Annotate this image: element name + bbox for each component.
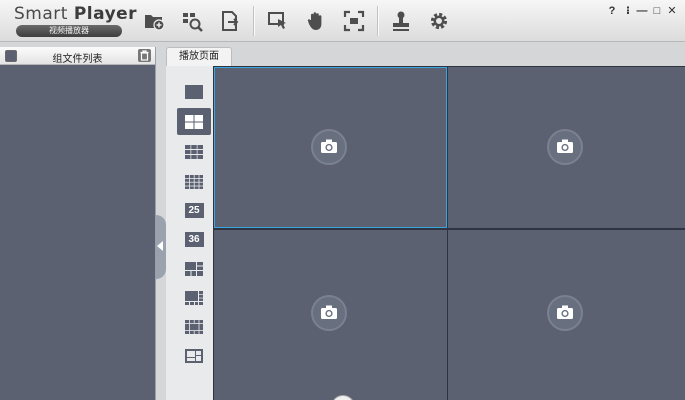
layout-25-label: 25 <box>184 203 204 218</box>
toolbar-separator <box>377 6 378 36</box>
minimize-button[interactable]: — <box>636 4 648 18</box>
app-title: Smart Player <box>14 4 138 24</box>
settings-gear-icon[interactable] <box>425 7 453 35</box>
stamp-icon[interactable] <box>387 7 415 35</box>
title-bar: Smart Player 视频播放器 ? ⁝ — □ ✕ <box>0 0 685 42</box>
camera-icon <box>547 129 583 165</box>
delete-icon[interactable] <box>138 49 151 62</box>
layout-1plus5-icon[interactable] <box>177 255 211 282</box>
chevron-left-icon <box>157 241 163 251</box>
layout-custom-icon[interactable] <box>177 342 211 369</box>
group-file-list-panel: 组文件列表 <box>0 47 156 400</box>
video-cell[interactable] <box>214 230 447 400</box>
layout-3x3-icon[interactable] <box>177 138 211 165</box>
cursor-select-icon[interactable] <box>264 7 292 35</box>
toolbar-separator <box>253 6 254 36</box>
camera-icon <box>311 129 347 165</box>
file-export-icon[interactable] <box>216 7 244 35</box>
tab-playback-page[interactable]: 播放页面 <box>166 47 232 66</box>
layout-1plus12-icon[interactable] <box>177 313 211 340</box>
hand-pan-icon[interactable] <box>302 7 330 35</box>
layout-4x4-icon[interactable] <box>177 168 211 195</box>
zoom-search-icon[interactable] <box>178 7 206 35</box>
group-file-list-title: 组文件列表 <box>52 54 103 65</box>
help-button[interactable]: ? <box>606 4 618 18</box>
layout-25-button[interactable]: 25 <box>177 197 211 224</box>
folder-add-icon[interactable] <box>140 7 168 35</box>
layout-36-label: 36 <box>184 232 204 247</box>
video-cell[interactable] <box>214 67 447 228</box>
video-cell[interactable] <box>448 67 685 228</box>
layout-1plus7-icon[interactable] <box>177 284 211 311</box>
fullscreen-icon[interactable] <box>340 7 368 35</box>
close-button[interactable]: ✕ <box>666 4 678 18</box>
maximize-button[interactable]: □ <box>651 4 663 18</box>
camera-icon <box>547 295 583 331</box>
group-file-list-header: 组文件列表 <box>0 47 155 65</box>
pin-button[interactable]: ⁝ <box>622 4 634 18</box>
app-logo: Smart Player 视频播放器 <box>14 4 138 40</box>
layout-2x2-icon[interactable] <box>177 108 211 135</box>
layout-selector: 25 36 <box>166 66 213 400</box>
camera-icon <box>311 295 347 331</box>
app-subtitle: 视频播放器 <box>16 25 122 37</box>
layout-1x1-icon[interactable] <box>177 78 211 105</box>
video-grid <box>213 66 685 400</box>
layout-36-button[interactable]: 36 <box>177 226 211 253</box>
collapse-panel-handle[interactable] <box>156 215 166 279</box>
video-cell[interactable] <box>448 230 685 400</box>
